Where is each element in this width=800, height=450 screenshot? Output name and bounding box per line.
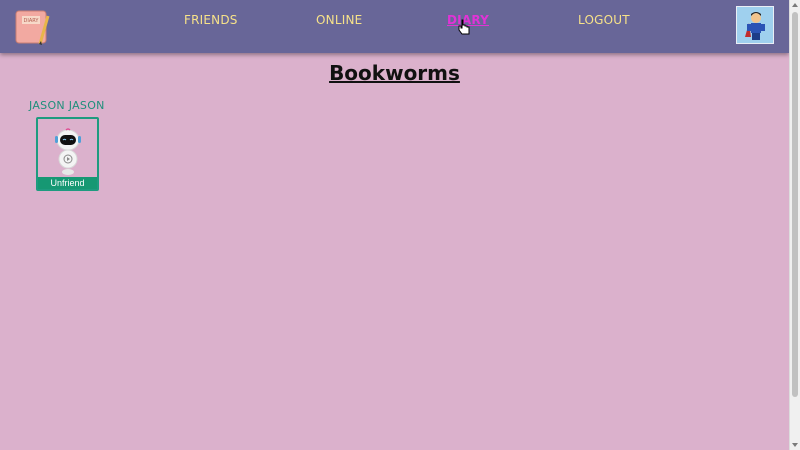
- hand-cursor-icon: [458, 19, 470, 35]
- friend-card[interactable]: Unfriend: [36, 117, 99, 191]
- navbar: DIARY FRIENDS ONLINE DIARY LOGOUT: [0, 0, 789, 53]
- user-avatar[interactable]: [736, 6, 774, 44]
- scroll-down-arrow-icon[interactable]: [792, 443, 798, 447]
- nav-logout-link[interactable]: LOGOUT: [578, 13, 630, 27]
- scroll-up-arrow-icon[interactable]: [792, 3, 798, 7]
- logo-text: DIARY: [24, 18, 40, 24]
- superhero-avatar-icon: [745, 12, 765, 40]
- nav-friends-link[interactable]: FRIENDS: [184, 13, 238, 27]
- page-title: Bookworms: [329, 61, 460, 85]
- unfriend-button[interactable]: Unfriend: [38, 177, 97, 189]
- scrollbar-thumb[interactable]: [792, 12, 798, 397]
- diary-notebook-icon[interactable]: DIARY: [14, 8, 56, 46]
- page-scrollbar[interactable]: [789, 0, 800, 450]
- nav-online-link[interactable]: ONLINE: [316, 13, 362, 27]
- friend-name: JASON JASON: [29, 99, 105, 112]
- robot-avatar-icon: [55, 128, 81, 175]
